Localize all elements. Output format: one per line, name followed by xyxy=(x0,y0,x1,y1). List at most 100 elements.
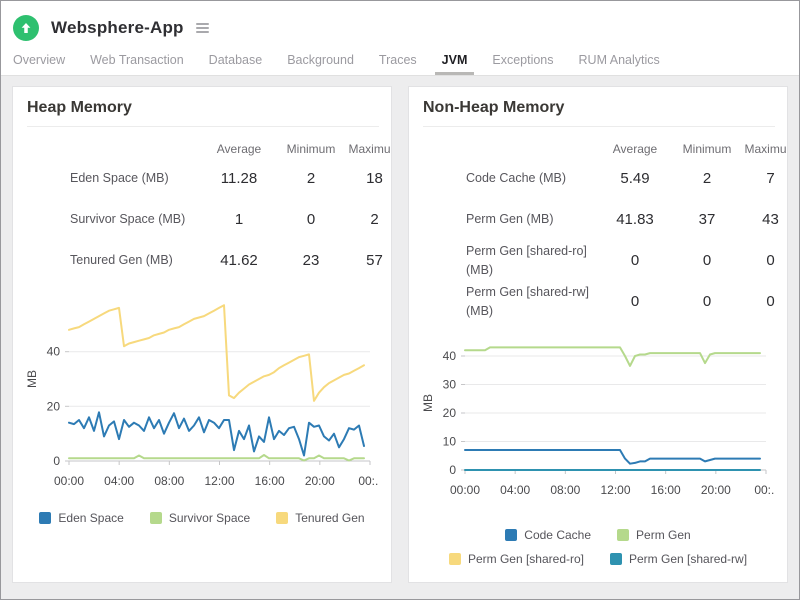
stat-value-average: 11.28 xyxy=(220,170,258,187)
tab-rum-analytics[interactable]: RUM Analytics xyxy=(579,53,660,75)
stat-value-average: 0 xyxy=(630,293,640,310)
x-tick-label: 20:00 xyxy=(701,483,731,497)
y-tick-label: 40 xyxy=(443,349,457,363)
metric-label: Perm Gen [shared-rw] (MB) xyxy=(466,284,589,318)
metric-label: Tenured Gen (MB) xyxy=(70,253,173,268)
x-tick-label: 20:00 xyxy=(305,474,335,488)
y-axis-label: MB xyxy=(25,370,39,388)
stat-value-average: 1 xyxy=(234,211,244,228)
tab-bar: Overview Web Transaction Database Backgroun… xyxy=(1,45,799,75)
legend-swatch-icon xyxy=(448,553,461,565)
legend-label: Perm Gen [shared-ro] xyxy=(467,552,584,566)
metric-label: Perm Gen (MB) xyxy=(466,212,554,227)
tab-traces[interactable]: Traces xyxy=(379,53,417,75)
column-header-maximum: Maximum xyxy=(348,142,391,156)
x-tick-label: 16:00 xyxy=(255,474,285,488)
y-tick-label: 40 xyxy=(47,345,61,359)
series-line-tenured-gen xyxy=(68,304,365,402)
legend-item-eden-space[interactable]: Eden Space xyxy=(39,511,124,525)
metric-label: Survivor Space (MB) xyxy=(70,212,186,227)
legend-swatch-icon xyxy=(276,512,289,524)
legend-swatch-icon xyxy=(505,529,518,541)
legend-swatch-icon xyxy=(617,529,630,541)
up-arrow-icon xyxy=(21,22,31,33)
app-header: Websphere-App Overview Web Transaction Dat… xyxy=(1,1,799,75)
column-header-spacer xyxy=(421,131,595,158)
y-tick-label: 0 xyxy=(53,454,60,468)
app-window: Websphere-App Overview Web Transaction Dat… xyxy=(0,0,800,600)
legend-swatch-icon xyxy=(610,553,622,565)
tab-web-transaction[interactable]: Web Transaction xyxy=(90,53,184,75)
stat-value-minimum: 2 xyxy=(702,170,712,187)
legend-item-survivor-space[interactable]: Survivor Space xyxy=(149,511,251,525)
legend-label: Code Cache xyxy=(524,528,592,542)
stat-value-average: 41.83 xyxy=(616,211,654,228)
y-tick-label: 0 xyxy=(449,463,456,477)
x-tick-label: 12:00 xyxy=(204,474,234,488)
stat-value-maximum: 18 xyxy=(366,170,383,187)
series-line-code-cache xyxy=(464,449,761,465)
non-heap-memory-chart: 0 10 20 30 40 00:00 04:00 08:00 12:00 16:00 20:00 0… xyxy=(421,346,775,497)
panel-title: Heap Memory xyxy=(27,99,379,127)
stat-value-average: 41.62 xyxy=(220,252,258,269)
hamburger-menu-icon[interactable] xyxy=(194,20,211,36)
legend-item-perm-gen-shared-ro[interactable]: Perm Gen [shared-ro] xyxy=(448,552,584,566)
column-header-spacer xyxy=(25,131,199,158)
legend-item-perm-gen-shared-rw[interactable]: Perm Gen [shared-rw] xyxy=(610,552,747,566)
y-tick-label: 20 xyxy=(443,406,457,420)
x-tick-label: 00:00 xyxy=(450,483,480,497)
panel-heap-memory: Heap Memory Average Minimum Maximum Eden Spa… xyxy=(12,86,392,583)
tab-exceptions[interactable]: Exceptions xyxy=(492,53,553,75)
panel-title: Non-Heap Memory xyxy=(423,99,775,127)
tab-jvm[interactable]: JVM xyxy=(434,53,474,75)
y-tick-label: 10 xyxy=(443,435,457,449)
stat-value-average: 5.49 xyxy=(620,170,650,187)
x-tick-label: 08:00 xyxy=(550,483,580,497)
legend-swatch-icon xyxy=(149,512,162,524)
x-tick-label: 00:.. xyxy=(754,483,775,497)
series-line-eden-space xyxy=(68,411,365,457)
legend-item-perm-gen[interactable]: Perm Gen xyxy=(617,528,691,542)
heap-memory-chart: 0 20 40 00:00 04:00 08:00 12:00 16:00 20:00 00:..… xyxy=(25,304,379,488)
column-header-average: Average xyxy=(612,142,658,156)
legend-item-tenured-gen[interactable]: Tenured Gen xyxy=(276,511,365,525)
series-line-survivor-space xyxy=(68,454,365,462)
y-tick-label: 20 xyxy=(47,399,61,413)
stat-value-minimum: 37 xyxy=(698,211,716,228)
stats-table: Average Minimum Maximum Code Cache (MB) 5.49… xyxy=(421,131,787,322)
legend-item-code-cache[interactable]: Code Cache xyxy=(505,528,591,542)
column-header-average: Average xyxy=(216,142,262,156)
app-title-row: Websphere-App xyxy=(1,1,799,45)
chart-legend: Code Cache Perm Gen Perm Gen [shared-ro] Pe… xyxy=(438,528,758,566)
metric-label: Eden Space (MB) xyxy=(70,171,169,186)
x-tick-label: 04:00 xyxy=(104,474,134,488)
stat-value-minimum: 2 xyxy=(306,170,316,187)
metric-label: Perm Gen [shared-ro] (MB) xyxy=(466,243,587,277)
y-axis-label: MB xyxy=(421,394,435,412)
app-title: Websphere-App xyxy=(51,17,184,37)
x-tick-label: 00:.. xyxy=(358,474,379,488)
x-tick-label: 12:00 xyxy=(600,483,630,497)
stat-value-minimum: 23 xyxy=(302,252,320,269)
stat-value-maximum: 43 xyxy=(762,211,779,228)
content-area: Heap Memory Average Minimum Maximum Eden Spa… xyxy=(1,75,799,599)
legend-swatch-icon xyxy=(39,512,52,524)
stat-value-maximum: 2 xyxy=(370,211,379,228)
stat-value-minimum: 0 xyxy=(702,293,712,310)
x-tick-label: 04:00 xyxy=(500,483,530,497)
legend-label: Tenured Gen xyxy=(295,511,365,525)
stat-value-average: 0 xyxy=(630,252,640,269)
stat-value-maximum: 7 xyxy=(766,170,775,187)
tab-overview[interactable]: Overview xyxy=(13,53,65,75)
legend-label: Survivor Space xyxy=(168,511,251,525)
tab-database[interactable]: Database xyxy=(209,53,263,75)
stat-value-maximum: 0 xyxy=(766,252,775,269)
x-tick-label: 08:00 xyxy=(154,474,184,488)
y-tick-label: 30 xyxy=(443,378,457,392)
chart-legend: Eden Space Survivor Space Tenured Gen xyxy=(25,511,379,525)
x-tick-label: 00:00 xyxy=(54,474,84,488)
tab-background[interactable]: Background xyxy=(287,53,354,75)
app-health-status-icon xyxy=(13,14,39,41)
stat-value-maximum: 57 xyxy=(366,252,383,269)
column-header-minimum: Minimum xyxy=(682,142,732,156)
